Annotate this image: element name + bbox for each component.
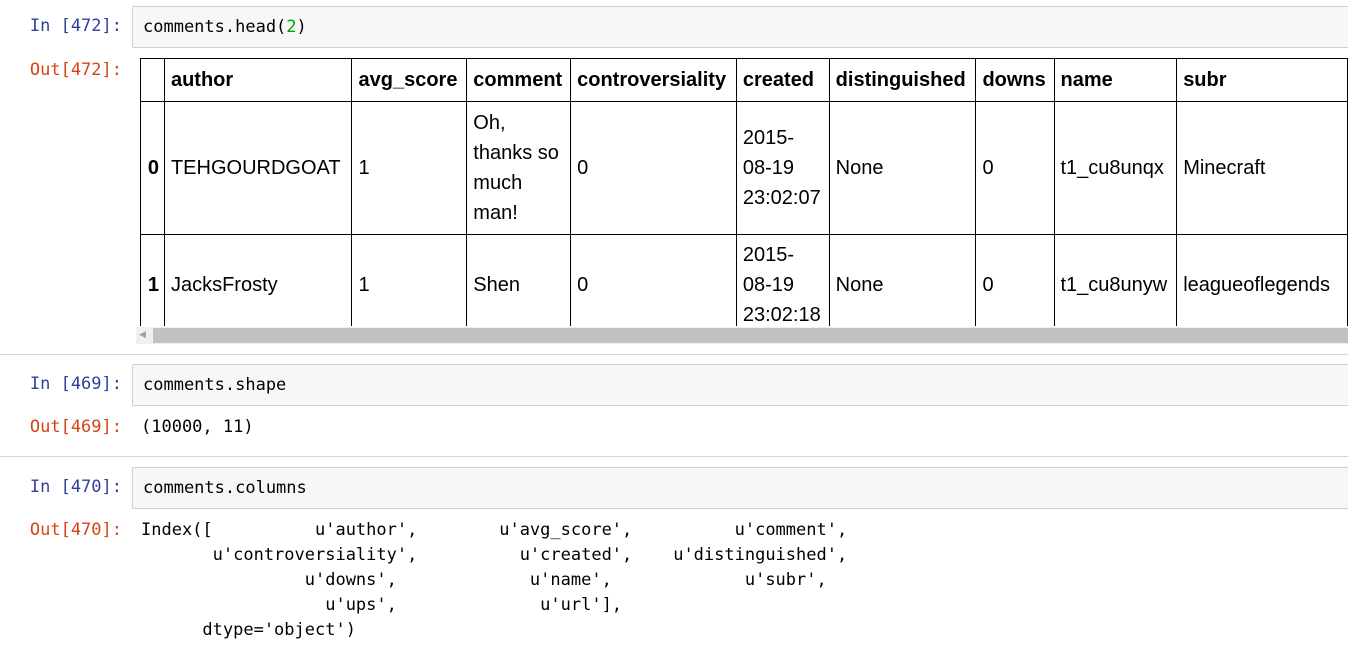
column-header-avg-score: avg_score [351, 58, 468, 102]
column-header-comment: comment [466, 58, 572, 102]
code-input-cell[interactable]: comments.head(2) [132, 6, 1348, 48]
cell-divider [0, 456, 1348, 457]
input-prompt: In [470]: [29, 477, 122, 497]
scroll-left-icon[interactable]: ◀ [139, 330, 146, 340]
cell-name: t1_cu8unqx [1053, 101, 1178, 235]
cell-subr: Minecraft [1176, 101, 1348, 235]
cell-comment: Oh, thanks so much man! [466, 101, 572, 235]
cell-distinguished: None [828, 234, 977, 326]
cell-downs: 0 [975, 101, 1055, 235]
code-input-cell[interactable]: comments.shape [132, 364, 1348, 406]
row-index: 1 [140, 234, 165, 326]
cell-created: 2015-08-19 23:02:18 [735, 234, 830, 326]
cell-controversiality: 0 [570, 234, 737, 326]
column-header-controversiality: controversiality [570, 58, 737, 102]
output-line: dtype='object') [141, 620, 356, 640]
dataframe-output: author avg_score comment controversialit… [140, 58, 1348, 326]
table-row: 0 TEHGOURDGOAT 1 Oh, thanks so much man!… [140, 101, 1348, 235]
column-header-name: name [1053, 58, 1178, 102]
scrollbar-thumb[interactable] [153, 328, 1348, 343]
cell-avg-score: 1 [351, 101, 468, 235]
output-prompt: Out[469]: [29, 417, 122, 437]
output-line: u'ups', u'url'], [141, 595, 623, 615]
cell-controversiality: 0 [570, 101, 737, 235]
output-prompt: Out[470]: [29, 520, 122, 540]
cell-downs: 0 [975, 234, 1055, 326]
column-header-index [140, 58, 165, 102]
code-text: comments.head(2) [143, 17, 307, 37]
table-header-row: author avg_score comment controversialit… [140, 58, 1348, 102]
shape-output: (10000, 11) [141, 417, 254, 437]
output-line: u'controversiality', u'created', u'disti… [141, 545, 848, 565]
cell-comment: Shen [466, 234, 572, 326]
code-text: comments.shape [143, 375, 287, 395]
cell-divider [0, 354, 1348, 355]
cell-subr: leagueoflegends [1176, 234, 1348, 326]
output-line: u'downs', u'name', u'subr', [141, 570, 827, 590]
cell-created: 2015-08-19 23:02:07 [735, 101, 830, 235]
input-prompt: In [469]: [29, 374, 122, 394]
column-header-author: author [163, 58, 353, 102]
column-header-subr: subr [1176, 58, 1348, 102]
code-input-cell[interactable]: comments.columns [132, 467, 1348, 509]
cell-name: t1_cu8unyw [1053, 234, 1178, 326]
output-line: Index([ u'author', u'avg_score', u'comme… [141, 520, 848, 540]
column-header-created: created [735, 58, 830, 102]
input-prompt: In [472]: [29, 16, 122, 36]
cell-distinguished: None [828, 101, 977, 235]
table-row: 1 JacksFrosty 1 Shen 0 2015-08-19 23:02:… [140, 234, 1348, 326]
column-header-distinguished: distinguished [828, 58, 977, 102]
row-index: 0 [140, 101, 165, 235]
cell-author: TEHGOURDGOAT [163, 101, 353, 235]
cell-author: JacksFrosty [163, 234, 353, 326]
horizontal-scrollbar[interactable]: ◀ [136, 327, 1348, 344]
dataframe-table: author avg_score comment controversialit… [140, 58, 1348, 326]
cell-avg-score: 1 [351, 234, 468, 326]
output-prompt: Out[472]: [29, 60, 122, 80]
code-text: comments.columns [143, 478, 307, 498]
column-header-downs: downs [975, 58, 1055, 102]
